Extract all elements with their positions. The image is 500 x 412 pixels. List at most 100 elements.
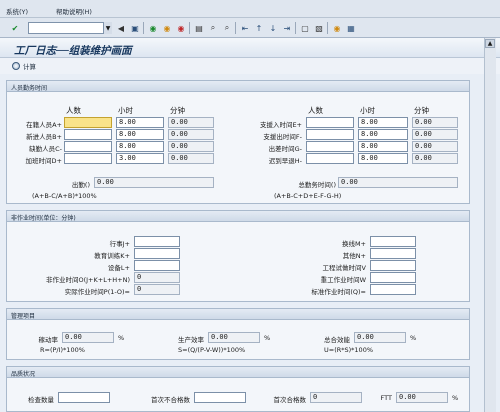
col-header-hours: 小时: [118, 106, 133, 115]
support-out-hours-input[interactable]: 8.00: [358, 129, 408, 140]
section-header: 非作业时间(单位：分钟): [7, 211, 469, 222]
absent-staff-hours-input[interactable]: 8.00: [116, 141, 164, 152]
calculate-button[interactable]: 计算: [12, 61, 36, 71]
label-registered-staff: 在籍人员A+: [26, 121, 62, 129]
new-staff-count-input[interactable]: [64, 129, 112, 140]
label-non-work-total: 非作业时间O(J+K+L+H+N): [45, 276, 130, 284]
prev-page-icon[interactable]: ↑: [254, 23, 264, 33]
label-support-in: 支援入时间E+: [259, 121, 302, 129]
late-early-count-input[interactable]: [306, 153, 354, 164]
label-attendance: 出勤(): [71, 181, 90, 189]
last-page-icon[interactable]: ⇥: [282, 23, 292, 33]
section-header: 管理项目: [7, 309, 469, 320]
help-icon[interactable]: ◉: [332, 23, 342, 33]
ftt-unit: %: [452, 394, 459, 402]
menu-help[interactable]: 帮助说明(H): [56, 6, 92, 16]
label-business-trip: 出差时间G-: [268, 145, 302, 153]
find-next-icon[interactable]: ⌕: [222, 23, 232, 33]
support-in-minutes: 0.00: [412, 117, 458, 128]
first-pass-count-value: 0: [310, 392, 362, 403]
late-early-minutes: 0.00: [412, 153, 458, 164]
registered-staff-hours-input[interactable]: 8.00: [116, 117, 164, 128]
registered-staff-minutes: 0.00: [168, 117, 214, 128]
calculate-label: 计算: [23, 63, 36, 71]
label-ftt: FTT: [380, 394, 392, 402]
label-equipment-time: 设备L+: [107, 264, 130, 272]
equipment-time-input[interactable]: [134, 260, 180, 271]
section-title: 管理项目: [11, 313, 36, 320]
absent-staff-count-input[interactable]: [64, 141, 112, 152]
changeover-time-input[interactable]: [370, 236, 416, 247]
trial-production-time-input[interactable]: [370, 260, 416, 271]
rework-time-input[interactable]: [370, 272, 416, 283]
exit-icon[interactable]: ◉: [162, 23, 172, 33]
label-first-fail-count: 首次不合格数: [151, 396, 190, 404]
section-title: 品质状况: [11, 371, 36, 378]
toolbar-separator: [189, 22, 190, 34]
col-header-minutes: 分钟: [414, 106, 429, 115]
utilization-rate-value: 0.00: [62, 332, 114, 343]
scroll-up-arrow-icon[interactable]: ▲: [485, 39, 495, 48]
toolbar-separator: [235, 22, 236, 34]
utilization-rate-unit: %: [118, 334, 125, 342]
shortcut-icon[interactable]: ▧: [314, 23, 324, 33]
label-training-time: 教育训练K+: [94, 252, 130, 260]
section-title: 非作业时间(单位：分钟): [11, 215, 76, 222]
cancel-icon[interactable]: ◉: [176, 23, 186, 33]
back-icon[interactable]: ◉: [148, 23, 158, 33]
find-icon[interactable]: ⌕: [208, 23, 218, 33]
total-duty-time-formula: (A+B-C+D+E-F-G-H): [274, 192, 342, 200]
standard-work-time-input[interactable]: [370, 284, 416, 295]
label-standard-work-time: 标准作业时间(Q)=: [311, 288, 366, 296]
support-in-hours-input[interactable]: 8.00: [358, 117, 408, 128]
col-header-count: 人数: [66, 106, 81, 115]
actual-work-time-value: 0: [134, 284, 180, 295]
vertical-scrollbar[interactable]: [484, 38, 496, 412]
menu-system[interactable]: 系统(Y): [6, 6, 28, 16]
chevron-down-icon[interactable]: ▼: [103, 22, 112, 34]
business-trip-count-input[interactable]: [306, 141, 354, 152]
col-header-minutes: 分钟: [170, 106, 185, 115]
label-event-time: 行事J+: [109, 240, 130, 248]
layout-icon[interactable]: ▦: [346, 23, 356, 33]
col-header-hours: 小时: [360, 106, 375, 115]
other-time-input[interactable]: [370, 248, 416, 259]
support-out-count-input[interactable]: [306, 129, 354, 140]
quality-section: 品质状况: [6, 366, 470, 412]
next-page-icon[interactable]: ↓: [268, 23, 278, 33]
first-page-icon[interactable]: ⇤: [240, 23, 250, 33]
command-field[interactable]: [28, 22, 112, 34]
label-total-duty-time: 总勤务时间(): [298, 181, 336, 189]
calculate-icon: [12, 62, 20, 70]
new-session-icon[interactable]: ▢: [300, 23, 310, 33]
registered-staff-count-input[interactable]: [64, 117, 112, 128]
toolbar: ✔ ▼ ◀ ▣ ◉ ◉ ◉ ▤ ⌕ ⌕ ⇤ ↑ ↓ ⇥ ▢ ▧ ◉ ▦: [0, 18, 500, 38]
attendance-formula: (A+B-C/A+B)*100%: [32, 192, 97, 200]
overtime-hours-input[interactable]: 3.00: [116, 153, 164, 164]
support-in-count-input[interactable]: [306, 117, 354, 128]
section-title: 人员勤务时间: [11, 85, 48, 92]
first-fail-count-input[interactable]: [194, 392, 246, 403]
event-time-input[interactable]: [134, 236, 180, 247]
new-staff-hours-input[interactable]: 8.00: [116, 129, 164, 140]
save-icon[interactable]: ▣: [130, 23, 140, 33]
non-work-total-value: 0: [134, 272, 180, 283]
inspection-quantity-input[interactable]: [58, 392, 110, 403]
label-other-time: 其他N+: [342, 252, 366, 260]
training-time-input[interactable]: [134, 248, 180, 259]
label-overall-effectiveness: 总合效能: [324, 336, 350, 344]
check-icon[interactable]: ✔: [10, 23, 20, 33]
new-staff-minutes: 0.00: [168, 129, 214, 140]
business-trip-hours-input[interactable]: 8.00: [358, 141, 408, 152]
overtime-count-input[interactable]: [64, 153, 112, 164]
collapse-icon[interactable]: ◀: [116, 23, 126, 33]
ftt-value: 0.00: [396, 392, 448, 403]
business-trip-minutes: 0.00: [412, 141, 458, 152]
late-early-hours-input[interactable]: 8.00: [358, 153, 408, 164]
col-header-count: 人数: [308, 106, 323, 115]
application-toolbar: [0, 58, 500, 74]
support-out-minutes: 0.00: [412, 129, 458, 140]
absent-staff-minutes: 0.00: [168, 141, 214, 152]
print-icon[interactable]: ▤: [194, 23, 204, 33]
section-header: 人员勤务时间: [7, 81, 469, 92]
